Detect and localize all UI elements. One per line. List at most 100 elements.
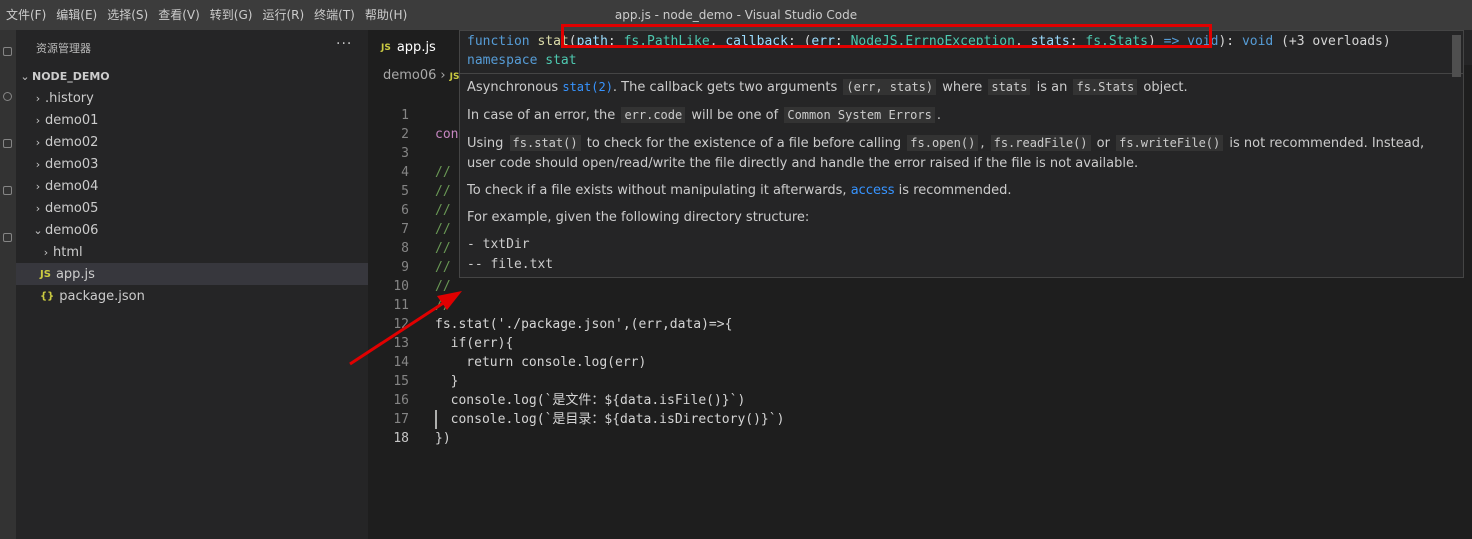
tree-item-label: demo03: [45, 156, 99, 172]
chevron-down-icon: ⌄: [33, 223, 43, 237]
tree-item-app-js[interactable]: JS app.js: [16, 263, 368, 285]
hover-signature: function stat(path: fs.PathLike, callbac…: [467, 31, 1457, 72]
doc-text: will be one of: [691, 108, 779, 123]
menu-items: 文件(F) 编辑(E) 选择(S) 查看(V) 转到(G) 运行(R) 终端(T…: [0, 0, 411, 30]
tree-item-label: demo01: [45, 112, 99, 128]
chevron-right-icon: ›: [35, 179, 41, 193]
run-debug-icon[interactable]: [3, 186, 12, 195]
doc-text: to check for the existence of a file bef…: [586, 136, 902, 151]
breadcrumb: demo06 › JS: [383, 68, 465, 83]
sig-param: callback: [725, 34, 788, 49]
sig-namespace: stat: [545, 53, 577, 68]
tree-item-label: html: [53, 244, 83, 260]
js-file-icon: JS: [449, 72, 460, 82]
menu-go[interactable]: 转到(G): [204, 0, 257, 30]
hover-divider: [460, 73, 1463, 74]
menu-edit[interactable]: 编辑(E): [50, 0, 101, 30]
tree-item-history[interactable]: › .history: [16, 87, 368, 109]
doc-paragraph: In case of an error, the err.code will b…: [467, 105, 1447, 126]
doc-code: stats: [988, 79, 1031, 95]
json-file-icon: {}: [40, 290, 55, 302]
doc-text: .: [936, 108, 941, 123]
doc-text: where: [942, 80, 983, 95]
doc-text: ,: [980, 136, 985, 151]
explorer-icon[interactable]: [3, 47, 12, 56]
doc-code: (err, stats): [843, 79, 937, 95]
sig-return: void: [1187, 34, 1219, 49]
hover-tooltip: function stat(path: fs.PathLike, callbac…: [459, 30, 1464, 278]
doc-link[interactable]: access: [851, 183, 895, 198]
js-file-icon: JS: [381, 42, 391, 53]
tree-item-demo03[interactable]: › demo03: [16, 153, 368, 175]
breadcrumb-separator: ›: [440, 68, 446, 83]
menu-file[interactable]: 文件(F): [0, 0, 50, 30]
more-actions-icon[interactable]: ···: [336, 36, 352, 52]
sig-keyword: namespace: [467, 53, 538, 68]
doc-text: object.: [1143, 80, 1188, 95]
tree-root[interactable]: ⌄ NODE_DEMO: [16, 65, 368, 87]
doc-paragraph: For example, given the following directo…: [467, 210, 810, 225]
doc-text: Using: [467, 136, 504, 151]
chevron-down-icon: ⌄: [20, 69, 30, 83]
doc-text: is recommended.: [898, 183, 1012, 198]
tab-app-js[interactable]: JS app.js: [368, 30, 464, 65]
sig-type: NodeJS.ErrnoException: [850, 34, 1015, 49]
doc-code: fs.Stats: [1073, 79, 1138, 95]
tree-item-demo04[interactable]: › demo04: [16, 175, 368, 197]
chevron-right-icon: ›: [35, 113, 41, 127]
menu-bar: 文件(F) 编辑(E) 选择(S) 查看(V) 转到(G) 运行(R) 终端(T…: [0, 0, 1472, 30]
doc-pre: -- file.txt: [467, 257, 554, 272]
hover-scrollbar[interactable]: [1452, 35, 1461, 77]
text-cursor: [435, 410, 437, 429]
menu-terminal[interactable]: 终端(T): [308, 0, 359, 30]
search-icon[interactable]: [3, 92, 12, 101]
tree-item-demo01[interactable]: › demo01: [16, 109, 368, 131]
tree-item-label: demo06: [45, 222, 99, 238]
doc-code: fs.readFile(): [990, 135, 1091, 151]
tree-item-label: app.js: [55, 266, 95, 282]
tree-item-demo02[interactable]: › demo02: [16, 131, 368, 153]
menu-selection[interactable]: 选择(S): [101, 0, 152, 30]
tree-item-package-json[interactable]: {} package.json: [16, 285, 368, 307]
hover-documentation: Asynchronous stat(2). The callback gets …: [467, 77, 1447, 275]
tree-item-demo06[interactable]: ⌄ demo06: [16, 219, 368, 241]
doc-paragraph: To check if a file exists without manipu…: [467, 181, 1447, 201]
breadcrumb-folder[interactable]: demo06: [383, 68, 436, 83]
chevron-right-icon: ›: [35, 201, 41, 215]
doc-text: or: [1096, 136, 1110, 151]
code-line: 12 if(err){: [368, 296, 1472, 351]
tree-item-demo05[interactable]: › demo05: [16, 197, 368, 219]
doc-paragraph: Using fs.stat() to check for the existen…: [467, 133, 1447, 174]
tree-item-html[interactable]: › html: [16, 241, 368, 263]
line-number: 18: [393, 431, 409, 446]
menu-run[interactable]: 运行(R): [256, 0, 308, 30]
code-line: 18: [368, 410, 1472, 446]
code-line: 13 return console.log(err): [368, 315, 1472, 370]
doc-code: fs.stat(): [509, 135, 581, 151]
activity-bar: [0, 30, 16, 539]
sig-return: void: [1241, 34, 1274, 49]
doc-text: To check if a file exists without manipu…: [467, 183, 847, 198]
code-text: }): [435, 431, 451, 446]
code-line: 14 }: [368, 334, 1472, 389]
source-control-icon[interactable]: [3, 139, 12, 148]
extensions-icon[interactable]: [3, 233, 12, 242]
menu-help[interactable]: 帮助(H): [359, 0, 411, 30]
tree-item-label: .history: [45, 90, 94, 106]
tree-item-label: package.json: [59, 288, 145, 304]
tree-item-label: demo05: [45, 200, 99, 216]
chevron-right-icon: ›: [43, 245, 49, 259]
doc-link[interactable]: stat(2): [562, 80, 613, 94]
code-line: 15 console.log(`是文件：${data.isFile()}`): [368, 353, 1472, 408]
js-file-icon: JS: [40, 268, 51, 280]
menu-view[interactable]: 查看(V): [152, 0, 204, 30]
tree-item-label: demo04: [45, 178, 99, 194]
sig-keyword: function: [467, 34, 530, 49]
doc-text: . The callback gets two arguments: [612, 80, 838, 95]
chevron-right-icon: ›: [35, 91, 41, 105]
explorer-sidebar: 资源管理器 ··· ⌄ NODE_DEMO › .history › demo0…: [16, 30, 368, 539]
doc-text: In case of an error, the: [467, 108, 616, 123]
doc-code: Common System Errors: [784, 107, 935, 123]
sig-type: fs.Stats: [1085, 34, 1149, 49]
explorer-title: 资源管理器: [36, 42, 91, 55]
